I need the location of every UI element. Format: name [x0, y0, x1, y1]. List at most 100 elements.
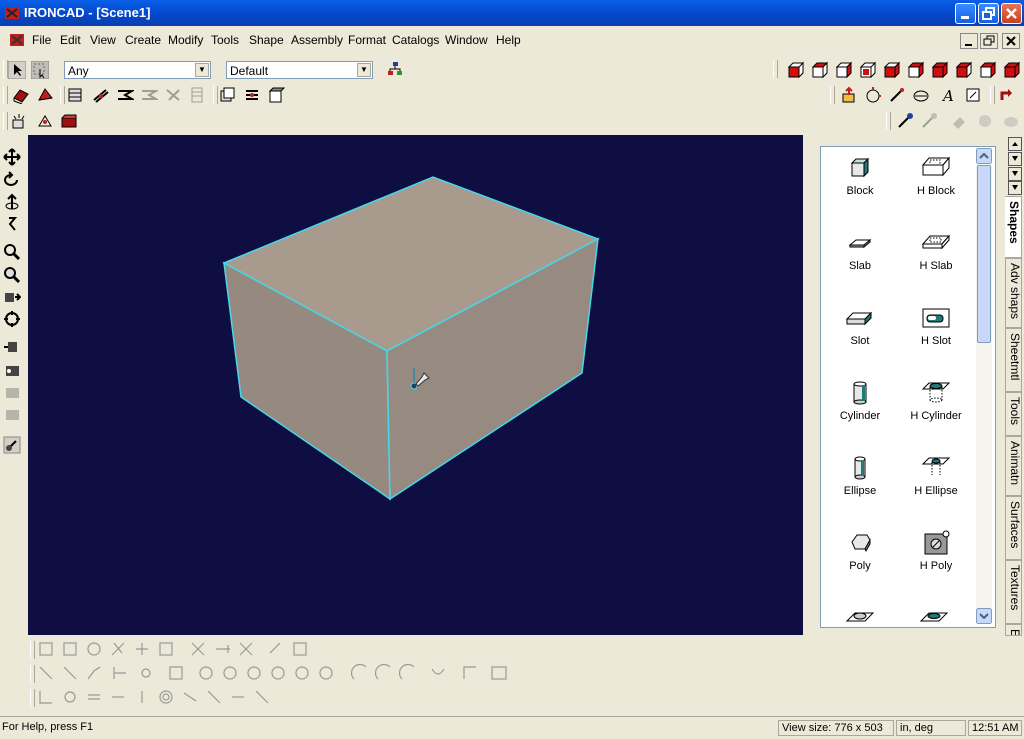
ironcad-app-icon[interactable]: [4, 5, 20, 21]
tab-textures[interactable]: Textures: [1005, 560, 1022, 624]
restore-button[interactable]: [978, 3, 999, 24]
menu-file[interactable]: File: [32, 33, 51, 47]
menu-edit[interactable]: Edit: [60, 33, 81, 47]
cone-icon[interactable]: [843, 605, 877, 625]
toolbar-grip[interactable]: [30, 665, 35, 683]
catalog-shapes-list[interactable]: Block H Block Slab H Slab Slot H Slot Cy…: [820, 146, 996, 628]
scroll-down-icon[interactable]: [976, 608, 992, 624]
menu-window[interactable]: Window: [445, 33, 488, 47]
constraint-icon[interactable]: [912, 86, 930, 104]
extrude-icon[interactable]: [12, 86, 30, 104]
perspective-icon[interactable]: [3, 361, 21, 379]
copy-part-icon[interactable]: [218, 86, 236, 104]
smart-dimension-icon[interactable]: [888, 86, 906, 104]
camera-setup-icon[interactable]: [36, 112, 54, 130]
toolbar-grip[interactable]: [990, 86, 995, 104]
next-view-icon[interactable]: [3, 405, 21, 423]
menu-shape[interactable]: Shape: [249, 33, 284, 47]
chevron-down-icon[interactable]: ▼: [357, 63, 371, 77]
close-button[interactable]: [1001, 3, 1022, 24]
menu-catalogs[interactable]: Catalogs: [392, 33, 439, 47]
text-tool-icon[interactable]: A: [940, 86, 958, 104]
shell-icon[interactable]: [164, 86, 182, 104]
camera-icon[interactable]: [3, 338, 21, 356]
toolbar-grip[interactable]: [3, 112, 8, 130]
fit-all-icon[interactable]: [3, 310, 21, 328]
tab-tools[interactable]: Tools: [1005, 392, 1022, 436]
look-at-icon[interactable]: [3, 288, 21, 306]
toolbar-grip[interactable]: [60, 86, 65, 104]
catalog-item-h-ellipse[interactable]: H Ellipse: [901, 455, 971, 497]
spin-icon[interactable]: [36, 86, 54, 104]
sketch-draw-tools[interactable]: [36, 663, 526, 685]
stack-icon[interactable]: [243, 86, 261, 104]
scene-canvas[interactable]: [28, 135, 803, 635]
toolbar-grip[interactable]: [30, 689, 35, 707]
sweep-icon[interactable]: [66, 86, 84, 104]
catalog-item-slot[interactable]: Slot: [825, 305, 895, 347]
h-cone-icon[interactable]: [917, 605, 951, 625]
catalog-item-h-poly[interactable]: H Poly: [901, 530, 971, 572]
sketch-edit-tools[interactable]: [36, 639, 326, 661]
catalog-scrollbar[interactable]: [976, 148, 992, 624]
document-app-icon[interactable]: [8, 32, 26, 48]
catalog-item-block[interactable]: Block: [825, 155, 895, 197]
catalog-item-poly[interactable]: Poly: [825, 530, 895, 572]
tab-shapes[interactable]: Shapes: [1005, 196, 1022, 258]
catalog-item-cylinder[interactable]: Cylinder: [825, 380, 895, 422]
menu-modify[interactable]: Modify: [168, 33, 203, 47]
doc-restore-button[interactable]: [980, 33, 998, 49]
tri-ball-icon[interactable]: [864, 86, 882, 104]
eyedropper-icon[interactable]: [896, 112, 914, 130]
bump-wizard-icon[interactable]: [1002, 112, 1020, 130]
scroll-up-icon[interactable]: [976, 148, 992, 164]
catalog-item-h-slab[interactable]: H Slab: [901, 230, 971, 272]
tab-scroll-controls[interactable]: [1008, 137, 1022, 195]
tab-e[interactable]: E: [1005, 624, 1022, 636]
catalog-item-h-cylinder[interactable]: H Cylinder: [901, 380, 971, 422]
title-bar[interactable]: IRONCAD - [Scene1]: [0, 0, 1024, 26]
walk-icon[interactable]: [3, 215, 21, 233]
toolbar-grip[interactable]: [773, 60, 778, 78]
select-pointer-icon[interactable]: [8, 61, 26, 79]
block-part[interactable]: [222, 176, 600, 501]
view-cube-icons[interactable]: [787, 61, 1021, 79]
pan-icon[interactable]: [3, 148, 21, 166]
chevron-down-icon[interactable]: ▼: [195, 63, 209, 77]
catalog-item-h-slot[interactable]: H Slot: [901, 305, 971, 347]
zoom-icon[interactable]: [3, 243, 21, 261]
sketch-constraint-tools[interactable]: [36, 687, 286, 709]
toolbar-grip[interactable]: [3, 86, 8, 104]
orbit-icon[interactable]: [3, 171, 21, 189]
catalog-item-h-block[interactable]: H Block: [901, 155, 971, 197]
render-icon[interactable]: [60, 112, 78, 130]
loft-icon[interactable]: [92, 86, 110, 104]
catalog-item-slab[interactable]: Slab: [825, 230, 895, 272]
toolbar-grip[interactable]: [830, 86, 835, 104]
render-mode-icon[interactable]: [3, 436, 21, 454]
style-dropdown[interactable]: Default ▼: [226, 61, 373, 79]
export-icon[interactable]: [840, 86, 858, 104]
menu-assembly[interactable]: Assembly: [291, 33, 343, 47]
undo-arrow-icon[interactable]: [998, 86, 1016, 104]
menu-format[interactable]: Format: [348, 33, 386, 47]
menu-help[interactable]: Help: [496, 33, 521, 47]
tab-animatn[interactable]: Animatn: [1005, 436, 1022, 496]
menu-view[interactable]: View: [90, 33, 116, 47]
select-box-icon[interactable]: [31, 61, 49, 79]
group-icon[interactable]: [267, 86, 285, 104]
tab-surfaces[interactable]: Surfaces: [1005, 496, 1022, 560]
scene-viewport[interactable]: [28, 135, 803, 635]
toolbar-grip[interactable]: [30, 641, 35, 659]
taper-icon[interactable]: [188, 86, 206, 104]
tab-sheetmtl[interactable]: Sheetmtl: [1005, 328, 1022, 392]
doc-minimize-button[interactable]: [960, 33, 978, 49]
minimize-button[interactable]: [955, 3, 976, 24]
menu-create[interactable]: Create: [125, 33, 161, 47]
texture-wizard-icon[interactable]: [976, 112, 994, 130]
smart-paint-icon[interactable]: [950, 112, 968, 130]
toolbar-grip[interactable]: [886, 112, 891, 130]
blend-icon[interactable]: [116, 86, 134, 104]
selection-filter-dropdown[interactable]: Any ▼: [64, 61, 211, 79]
zoom-window-icon[interactable]: [3, 266, 21, 284]
